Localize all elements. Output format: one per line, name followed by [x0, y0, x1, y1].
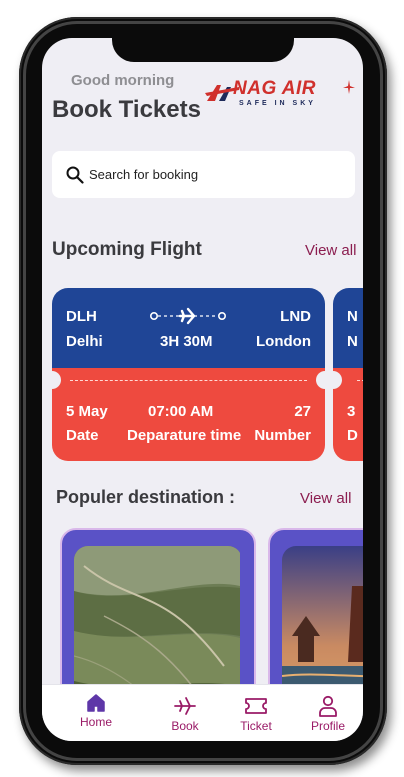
nav-book-label: Book	[171, 719, 199, 733]
flight-duration: 3H 30M	[160, 333, 213, 350]
flight-card-route-section	[333, 288, 363, 368]
profile-icon	[319, 695, 337, 717]
nav-ticket[interactable]: Ticket	[226, 695, 286, 733]
nav-ticket-label: Ticket	[240, 719, 272, 733]
flight-card[interactable]: N N 3 D	[333, 288, 363, 461]
departure-time-label: Deparature time	[127, 427, 242, 444]
nav-profile[interactable]: Profile	[298, 695, 358, 733]
search-input[interactable]: Search for booking	[89, 167, 198, 182]
flight-date: 3	[347, 403, 356, 420]
nav-home-label: Home	[79, 715, 112, 729]
ticket-divider	[70, 380, 307, 381]
search-icon	[66, 166, 84, 184]
departure-time: 07:00 AM	[148, 403, 214, 420]
flight-card-route-section	[52, 288, 325, 368]
phone-notch	[112, 38, 294, 62]
bottom-navigation: Home Book Ticket Profile	[42, 684, 363, 741]
destination-code: LND	[280, 308, 311, 325]
upcoming-flight-title: Upcoming Flight	[52, 239, 202, 260]
plane-icon	[174, 697, 196, 715]
popular-view-all-link[interactable]: View all	[300, 490, 351, 507]
logo-plane-icon	[343, 80, 355, 94]
flight-card[interactable]: DLH Delhi LND London 3H 30M 5 May Date 0…	[52, 288, 325, 461]
flight-path-icon	[150, 307, 226, 325]
nav-profile-label: Profile	[310, 719, 345, 733]
origin-city: N	[347, 333, 358, 350]
app-screen: Good morning Book Tickets NAG AIR SAFE I…	[42, 38, 363, 741]
logo-wordmark: NAG AIR	[233, 78, 317, 99]
nav-book[interactable]: Book	[155, 695, 215, 733]
brand-logo: NAG AIR SAFE IN SKY	[205, 78, 355, 112]
upcoming-view-all-link[interactable]: View all	[305, 242, 356, 259]
search-bar[interactable]: Search for booking	[52, 151, 355, 198]
origin-code: N	[347, 308, 358, 325]
page-title: Book Tickets	[52, 96, 201, 123]
flight-number-label: Number	[254, 427, 311, 444]
greeting-text: Good morning	[71, 72, 175, 89]
logo-tagline: SAFE IN SKY	[239, 100, 316, 107]
popular-destination-title: Populer destination :	[56, 487, 236, 507]
flight-date: 5 May	[66, 403, 108, 420]
nav-home[interactable]: Home	[66, 693, 126, 729]
destination-city: London	[256, 333, 311, 350]
ticket-icon	[245, 698, 267, 714]
flight-date-label: D	[347, 427, 358, 444]
flight-date-label: Date	[66, 427, 99, 444]
flight-number: 27	[294, 403, 311, 420]
ticket-divider	[357, 380, 363, 381]
origin-code: DLH	[66, 308, 97, 325]
origin-city: Delhi	[66, 333, 103, 350]
home-icon	[87, 694, 105, 712]
